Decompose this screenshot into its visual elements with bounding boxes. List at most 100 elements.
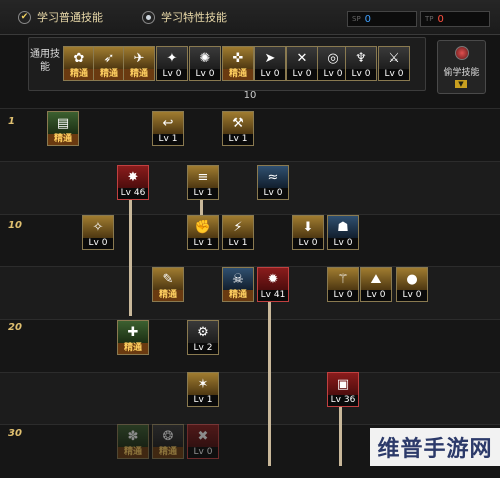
crosshair-icon: ✜ [223,47,253,70]
slash-icon: ⚒ [223,112,253,135]
skill-slot[interactable]: ☠ 精通 [222,267,254,302]
secret-skills-label: 偷学技能 [443,68,480,78]
tree-band [0,161,500,215]
skill-slot[interactable]: ✧ Lv 0 [82,215,114,250]
skill-slot[interactable]: ❂ 精通 [152,424,184,459]
skill-level: Lv 0 [287,69,317,80]
skill-level: Lv 0 [361,290,391,301]
skill-slot[interactable]: ✹ Lv 41 [257,267,289,302]
blade-icon: ⚡ [223,216,253,239]
skill-level: Lv 36 [328,395,358,406]
book-icon: ▤ [48,112,78,135]
tree-band [0,372,500,426]
tp-label: TP [425,15,434,23]
skill-slot[interactable]: ⚙ Lv 2 [187,320,219,355]
tp-counter: TP 0 [420,11,490,27]
skill-level: Lv 0 [318,69,348,80]
skill-level: 精通 [153,447,183,458]
skill-slot[interactable]: ✜ 精通 [222,46,254,81]
checkmark-icon: ✔ [18,10,31,24]
skill-level: 精通 [223,290,253,301]
top-bar: ✔ 学习普通技能 学习特性技能 SP 0 TP 0 [0,0,500,35]
tree-band [0,319,500,373]
skill-level: Lv 46 [118,188,148,199]
skill-slot[interactable]: ⛰ Lv 0 [360,267,392,302]
skill-slot[interactable]: ✊ Lv 1 [187,215,219,250]
skill-level: Lv 0 [157,69,187,80]
rage-icon: ✹ [258,268,288,291]
skill-level: 精通 [64,69,94,80]
skill-slot[interactable]: ✶ Lv 1 [187,372,219,407]
skill-level: 精通 [118,343,148,354]
skill-level: 精通 [94,69,124,80]
tab-normal-skills-label: 学习普通技能 [37,11,103,24]
spirit-icon: ✽ [118,425,148,448]
sigil-icon: ✺ [190,47,220,70]
skill-slot[interactable]: ✽ 精通 [117,424,149,459]
common-skills-label: 通用技能 [30,49,60,73]
skill-slot[interactable]: ↩ Lv 1 [152,111,184,146]
secret-skills-button[interactable]: 偷学技能 ▼ [437,40,486,94]
spin-icon: ✧ [83,216,113,239]
skill-slot[interactable]: ≈ Lv 0 [257,165,289,200]
connector-line [339,406,342,466]
skill-slot[interactable]: ✖ Lv 0 [187,424,219,459]
skill-tree[interactable]: 1 10 20 30 ▤ 精通 ↩ Lv 1 ⚒ Lv 1 ✸ Lv 46 ≡ Lv 1 ≈ Lv 0… [0,108,500,478]
skill-slot[interactable]: ⚒ Lv 1 [222,111,254,146]
fury-icon: ✚ [118,321,148,344]
skill-slot[interactable]: ✦ Lv 0 [156,46,188,81]
mask-icon: ☗ [328,216,358,239]
skill-slot[interactable]: ➶ 精通 [93,46,125,81]
skill-slot[interactable]: ✈ 精通 [123,46,155,81]
skill-level: Lv 0 [379,69,409,80]
skill-level: Lv 1 [223,134,253,145]
combo-icon: ≡ [188,166,218,189]
dash-icon: ➤ [255,47,285,70]
strike-icon: ✖ [188,425,218,448]
skill-level: Lv 0 [346,69,376,80]
fallen-icon: ✕ [287,47,317,70]
level-marker: 10 [8,220,22,231]
skill-slot[interactable]: ⚔ Lv 0 [378,46,410,81]
watermark: 维普手游网 [370,428,500,466]
skill-slot[interactable]: ⚡ Lv 1 [222,215,254,250]
wing-icon: ✦ [157,47,187,70]
skill-slot[interactable]: ● Lv 0 [396,267,428,302]
skill-level: Lv 0 [258,188,288,199]
skill-level: Lv 0 [328,290,358,301]
skill-level: Lv 1 [188,238,218,249]
chain-icon: ⚙ [188,321,218,344]
skill-slot[interactable]: ▤ 精通 [47,111,79,146]
skill-slot[interactable]: ✺ Lv 0 [189,46,221,81]
chevron-down-icon[interactable]: ▼ [455,80,467,88]
skill-slot[interactable]: ≡ Lv 1 [187,165,219,200]
skill-slot[interactable]: ⚚ Lv 0 [327,267,359,302]
skill-slot[interactable]: ⬇ Lv 0 [292,215,324,250]
skill-slot[interactable]: ☗ Lv 0 [327,215,359,250]
sp-label: SP [352,15,361,23]
demon-icon: ☠ [223,268,253,291]
orb-icon: ● [397,268,427,291]
skill-slot[interactable]: ✚ 精通 [117,320,149,355]
vortex-icon: ✶ [188,373,218,396]
tab-special-skills[interactable]: 学习特性技能 [142,9,227,25]
skill-slot[interactable]: ✕ Lv 0 [286,46,318,81]
axe-icon: ⚚ [328,268,358,291]
common-skills-panel: 通用技能 ✿ 精通 ➶ 精通 ✈ 精通 ✦ Lv 0 ✺ Lv 0 ✜ 精通 ➤ Lv 0 ✕ Lv 0 ◎ Lv… [28,37,426,91]
quake-icon: ⛰ [361,268,391,291]
skill-slot[interactable]: ♆ Lv 0 [345,46,377,81]
skill-slot[interactable]: ✎ 精通 [152,267,184,302]
rising-strike-icon: ➶ [94,47,124,70]
skill-slot[interactable]: ✸ Lv 46 [117,165,149,200]
skill-level: Lv 41 [258,290,288,301]
skill-slot[interactable]: ▣ Lv 36 [327,372,359,407]
sp-value: 0 [364,13,372,25]
skill-slot[interactable]: ✿ 精通 [63,46,95,81]
skill-slot[interactable]: ➤ Lv 0 [254,46,286,81]
guard-icon: ⚔ [379,47,409,70]
ground-slam-icon: ⬇ [293,216,323,239]
radio-icon [142,10,155,24]
target-icon: ◎ [318,47,348,70]
tab-normal-skills[interactable]: ✔ 学习普通技能 [18,9,103,25]
tp-value: 0 [437,13,444,25]
